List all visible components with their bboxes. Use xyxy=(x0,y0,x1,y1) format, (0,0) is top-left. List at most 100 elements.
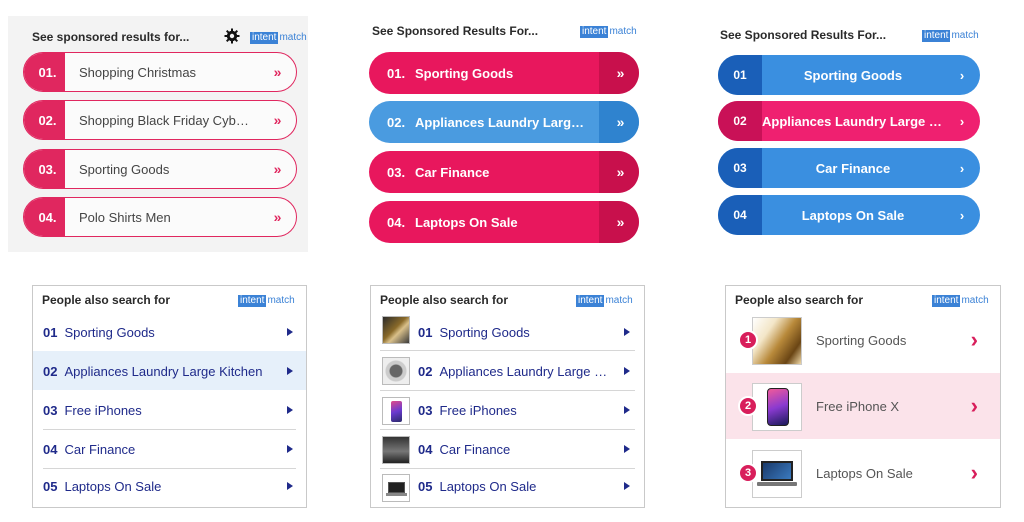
double-chevron-icon: » xyxy=(273,64,282,80)
chevron-right-icon: › xyxy=(959,67,965,83)
item-label: Sporting Goods xyxy=(79,161,170,177)
caret-right-icon xyxy=(287,406,293,414)
item-label: Sporting Goods xyxy=(803,67,903,83)
widget-1-item[interactable]: 03. Sporting Goods » xyxy=(23,149,297,189)
item-label: Shopping Christmas xyxy=(79,64,197,80)
caret-right-icon xyxy=(624,367,630,375)
widget-1-title: See sponsored results for... xyxy=(32,30,190,44)
item-label: Shopping Black Friday Cyber Monday xyxy=(79,112,256,128)
widget-4-title: People also search for xyxy=(42,293,171,307)
item-number: 04. xyxy=(387,214,406,230)
caret-right-icon xyxy=(624,482,630,490)
list-item[interactable]: 05 Laptops On Sale xyxy=(418,476,636,496)
laptop-image xyxy=(752,450,802,498)
widget-4-card xyxy=(32,285,307,508)
divider xyxy=(43,429,296,430)
rank-badge: 3 xyxy=(738,463,758,483)
item-number: 03. xyxy=(24,150,65,188)
double-chevron-icon: » xyxy=(599,201,639,243)
item-number: 03 xyxy=(718,148,762,188)
item-number: 01. xyxy=(387,65,406,81)
chevron-right-icon: › xyxy=(959,207,965,223)
item-label: Sporting Goods xyxy=(816,332,907,348)
widget-1-item[interactable]: 02. Shopping Black Friday Cyber Monday » xyxy=(23,100,297,140)
caret-right-icon xyxy=(624,328,630,336)
item-label: Sporting Goods xyxy=(415,65,514,81)
item-number: 03. xyxy=(387,164,406,180)
chevron-right-icon: › xyxy=(959,113,965,129)
double-chevron-icon: » xyxy=(273,112,282,128)
item-label: Free iPhone X xyxy=(816,398,900,414)
intentmatch-logo: intent match xyxy=(576,295,633,307)
widget-2-item[interactable]: 03. Car Finance » xyxy=(369,151,639,193)
divider xyxy=(380,468,635,469)
iphone-image xyxy=(752,383,802,431)
chevron-right-icon: › xyxy=(970,460,978,485)
caret-right-icon xyxy=(287,328,293,336)
widget-5-card xyxy=(370,285,645,508)
double-chevron-icon: » xyxy=(599,101,639,143)
list-item[interactable]: 01 Sporting Goods xyxy=(43,322,299,342)
divider xyxy=(380,350,635,351)
car-thumb xyxy=(382,436,410,464)
chevron-right-icon: › xyxy=(970,393,978,418)
double-chevron-icon: » xyxy=(273,209,282,225)
caret-right-icon xyxy=(624,445,630,453)
caret-right-icon xyxy=(287,482,293,490)
list-item[interactable]: 02Appliances Laundry Large Kitchen xyxy=(43,361,299,381)
sporting-goods-image xyxy=(752,317,802,365)
widget-3-item[interactable]: 02 Appliances Laundry Large Kitchen › xyxy=(718,101,980,141)
item-number: 02. xyxy=(387,114,406,130)
chevron-right-icon: › xyxy=(959,160,965,176)
list-item[interactable]: 1 Sporting Goods › xyxy=(726,307,1000,373)
list-item[interactable]: 04 Car Finance xyxy=(43,439,299,459)
widget-3-title: See Sponsored Results For... xyxy=(720,28,887,42)
iphone-thumb xyxy=(382,397,410,425)
widget-3-item[interactable]: 04 Laptops On Sale › xyxy=(718,195,980,235)
chevron-right-icon: › xyxy=(970,327,978,352)
caret-right-icon xyxy=(624,406,630,414)
intentmatch-logo: intent match xyxy=(580,26,637,38)
widget-1-item[interactable]: 01. Shopping Christmas » xyxy=(23,52,297,92)
item-label: Car Finance xyxy=(415,164,490,180)
caret-right-icon xyxy=(287,367,293,375)
item-label: Laptops On Sale xyxy=(801,207,905,223)
list-item[interactable]: 03 Free iPhones xyxy=(418,400,636,420)
widget-6-title: People also search for xyxy=(735,293,864,307)
item-label: Laptops On Sale xyxy=(816,465,913,481)
widget-1-item[interactable]: 04. Polo Shirts Men » xyxy=(23,197,297,237)
intentmatch-logo: intent match xyxy=(932,295,989,307)
list-item[interactable]: 05 Laptops On Sale xyxy=(43,476,299,496)
double-chevron-icon: » xyxy=(273,161,282,177)
double-chevron-icon: » xyxy=(599,52,639,94)
list-item[interactable]: 04 Car Finance xyxy=(418,439,636,459)
list-item[interactable]: 2 Free iPhone X › xyxy=(726,373,1000,439)
rank-badge: 1 xyxy=(738,330,758,350)
widget-2-item[interactable]: 04. Laptops On Sale » xyxy=(369,201,639,243)
widget-3-item[interactable]: 03 Car Finance › xyxy=(718,148,980,188)
item-label: Appliances Laundry Large Kitchen xyxy=(762,113,944,129)
double-chevron-icon: » xyxy=(599,151,639,193)
divider xyxy=(380,390,635,391)
item-label: Polo Shirts Men xyxy=(79,209,171,225)
widget-2-item[interactable]: 02. Appliances Laundry Large Kitchen » xyxy=(369,101,639,143)
item-label: Appliances Laundry Large Kitchen xyxy=(415,114,599,130)
widget-2-title: See Sponsored Results For... xyxy=(372,24,539,38)
list-item[interactable]: 3 Laptops On Sale › xyxy=(726,440,1000,506)
list-item[interactable]: 01 Sporting Goods xyxy=(418,322,636,342)
appliance-thumb xyxy=(382,357,410,385)
divider xyxy=(380,429,635,430)
intentmatch-logo: intent match xyxy=(250,32,307,44)
widget-3-item[interactable]: 01 Sporting Goods › xyxy=(718,55,980,95)
caret-right-icon xyxy=(287,445,293,453)
item-label: Car Finance xyxy=(815,160,891,176)
gear-icon[interactable] xyxy=(224,28,240,44)
list-item[interactable]: 03 Free iPhones xyxy=(43,400,299,420)
list-item[interactable]: 02Appliances Laundry Large Kitchen xyxy=(418,361,636,381)
item-label: Laptops On Sale xyxy=(415,214,518,230)
intentmatch-logo: intent match xyxy=(922,30,979,42)
item-number: 01. xyxy=(24,53,65,91)
widget-2-item[interactable]: 01. Sporting Goods » xyxy=(369,52,639,94)
rank-badge: 2 xyxy=(738,396,758,416)
item-number: 04. xyxy=(24,198,65,236)
